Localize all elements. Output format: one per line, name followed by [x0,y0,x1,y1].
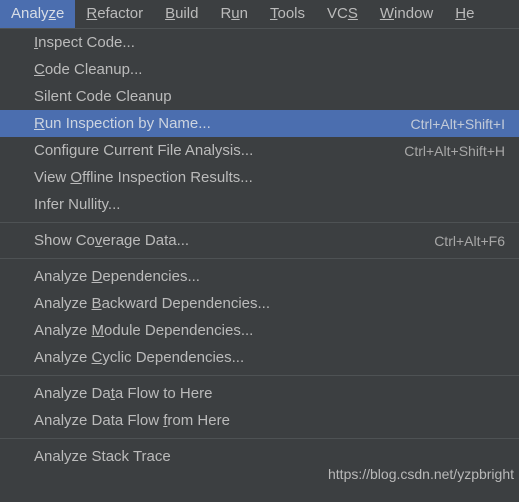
ide-window: Analyze Refactor Build Run Tools VCS Window He … [0,0,519,502]
mnemonic-letter: f [163,412,168,429]
menu-item-analyze-dependencies[interactable]: Analyze Dependencies... [0,263,519,290]
menu-item-label: Analyze Stack Trace [34,448,171,465]
menu-item-analyze-data-flow-to-here[interactable]: Analyze Data Flow to Here [0,380,519,407]
menu-item-analyze-module-dependencies[interactable]: Analyze Module Dependencies... [0,317,519,344]
menu-item-shortcut: Ctrl+Alt+Shift+H [404,142,505,159]
menubar-item-he[interactable]: He [444,0,485,28]
mnemonic-letter: I [34,34,39,51]
menu-item-configure-current-file-analysis[interactable]: Configure Current File Analysis... Ctrl+A… [0,137,519,164]
mnemonic-letter: B [165,5,176,22]
mnemonic-letter: C [34,61,45,78]
menu-separator [0,222,519,223]
menu-separator [0,375,519,376]
mnemonic-letter: z [48,5,57,22]
analyze-menu-dropdown[interactable]: Inspect Code... Code Cleanup... Silent Cod… [0,28,519,502]
menubar-item-refactor[interactable]: Refactor [75,0,154,28]
menu-item-view-offline-inspection-results[interactable]: View Offline Inspection Results... [0,164,519,191]
mnemonic-letter: t [110,385,115,402]
mnemonic-letter: B [91,295,102,312]
mnemonic-letter: H [455,5,467,22]
menubar-item-run[interactable]: Run [209,0,259,28]
menu-item-code-cleanup[interactable]: Code Cleanup... [0,56,519,83]
menubar-item-tools[interactable]: Tools [259,0,316,28]
menu-item-label: Infer Nullity... [34,196,121,213]
menu-item-label: Analyze Data Flow from Here [34,412,230,429]
menu-item-label: Analyze Dependencies... [34,268,200,285]
menu-item-label: Run Inspection by Name... [34,115,211,132]
menu-item-label: Code Cleanup... [34,61,143,78]
menu-item-show-coverage-data[interactable]: Show Coverage Data... Ctrl+Alt+F6 [0,227,519,254]
menu-item-silent-code-cleanup[interactable]: Silent Code Cleanup [0,83,519,110]
mnemonic-letter: v [94,232,103,249]
menu-item-analyze-backward-dependencies[interactable]: Analyze Backward Dependencies... [0,290,519,317]
mnemonic-letter: R [34,115,45,132]
menu-item-analyze-cyclic-dependencies[interactable]: Analyze Cyclic Dependencies... [0,344,519,371]
menu-item-analyze-data-flow-from-here[interactable]: Analyze Data Flow from Here [0,407,519,434]
menu-item-label: Analyze Data Flow to Here [34,385,213,402]
menubar-item-vcs[interactable]: VCS [316,0,369,28]
menu-item-label: Analyze Backward Dependencies... [34,295,270,312]
menu-item-label: Analyze Cyclic Dependencies... [34,349,245,366]
menubar-item-analyze[interactable]: Analyze [0,0,76,28]
menu-item-analyze-stack-trace[interactable]: Analyze Stack Trace [0,443,519,470]
menubar-item-window[interactable]: Window [369,0,444,28]
mnemonic-letter: C [91,349,103,366]
mnemonic-letter: W [379,5,395,22]
menu-bar: Analyze Refactor Build Run Tools VCS Window He [0,0,519,28]
menu-item-label: View Offline Inspection Results... [34,169,253,186]
menu-separator [0,258,519,259]
menu-item-shortcut: Ctrl+Alt+F6 [434,232,505,249]
mnemonic-letter: T [269,5,278,22]
menu-item-label: Silent Code Cleanup [34,88,172,105]
menu-item-label: Analyze Module Dependencies... [34,322,254,339]
menu-item-run-inspection-by-name[interactable]: Run Inspection by Name... Ctrl+Alt+Shift+… [0,110,519,137]
menu-item-label: Inspect Code... [34,34,135,51]
mnemonic-letter: O [70,169,83,186]
mnemonic-letter: u [231,5,240,22]
mnemonic-letter: S [347,5,358,22]
menubar-item-build[interactable]: Build [154,0,209,28]
menu-item-inspect-code[interactable]: Inspect Code... [0,29,519,56]
mnemonic-letter: D [91,268,103,285]
menu-item-infer-nullity[interactable]: Infer Nullity... [0,191,519,218]
menu-item-label: Configure Current File Analysis... [34,142,254,159]
mnemonic-letter: M [91,322,105,339]
mnemonic-letter: R [86,5,98,22]
menu-item-shortcut: Ctrl+Alt+Shift+I [410,115,505,132]
menu-separator [0,438,519,439]
menu-item-label: Show Coverage Data... [34,232,190,249]
